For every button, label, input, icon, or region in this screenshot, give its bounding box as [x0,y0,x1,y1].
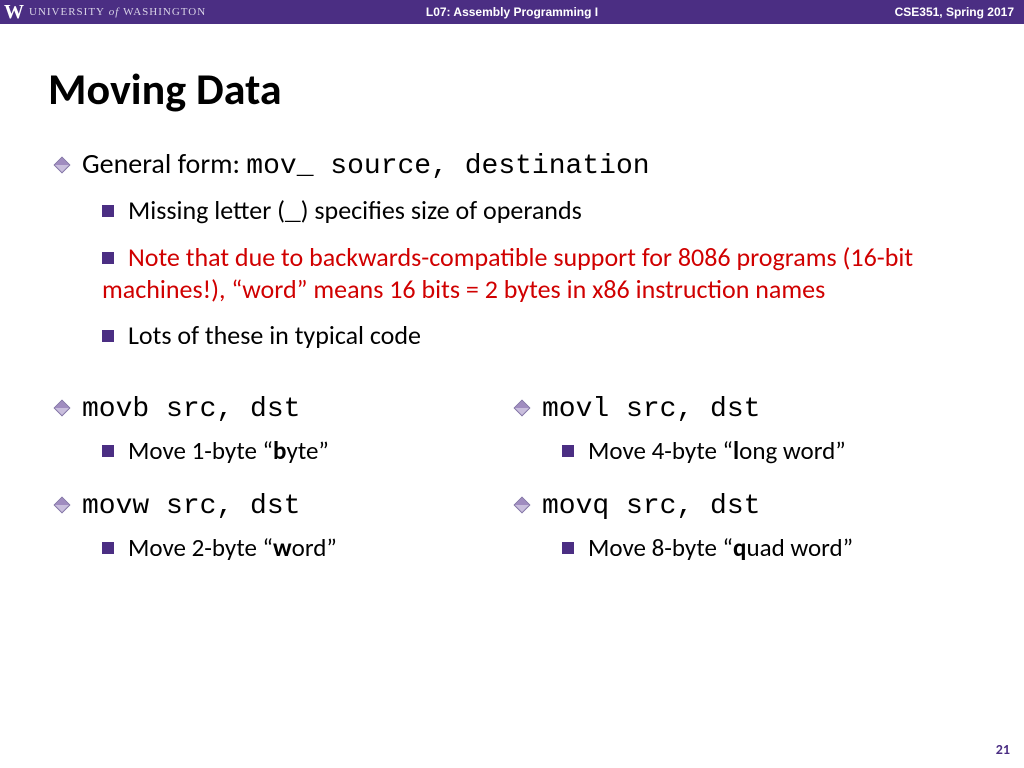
movb-a: Move 1-byte “ [128,435,273,466]
movl-desc: Move 4-byte “long word” [562,435,976,466]
movw-c: ord” [292,532,337,563]
univ-of: of [105,6,123,18]
movl-c: ong word” [739,435,846,466]
movq-item: movq src, dst [516,486,976,522]
lots-text: Lots of these in typical code [128,319,421,351]
diamond-bullet-icon [516,499,528,511]
general-form-label: General form: [82,146,246,181]
general-form-item: General form: mov_ source, destination [56,146,976,182]
slide-header: W UNIVERSITY of WASHINGTON L07: Assembly… [0,0,1024,24]
movb-b: b [273,435,286,466]
sub1-c: ) specifies size of operands [301,194,582,226]
square-bullet-icon [562,445,574,457]
square-bullet-icon [102,330,114,342]
page-title: Moving Data [48,62,1024,116]
sub1-b: _ [285,197,301,227]
movq-a: Move 8-byte “ [588,532,733,563]
square-bullet-icon [102,542,114,554]
movq-b: q [733,532,746,563]
movb-item: movb src, dst [56,389,516,425]
movw-code: movw src, dst [82,491,300,522]
univ-pre: UNIVERSITY [29,6,105,18]
movw-desc: Move 2-byte “word” [102,532,516,563]
movw-item: movw src, dst [56,486,516,522]
diamond-bullet-icon [516,402,528,414]
movw-b: w [273,532,292,563]
general-form-code: mov_ source, destination [246,151,649,182]
movl-code: movl src, dst [542,394,760,425]
movw-a: Move 2-byte “ [128,532,273,563]
diamond-bullet-icon [56,159,68,171]
word-note-item: Note that due to backwards-compatible su… [102,241,976,305]
univ-post: WASHINGTON [123,6,206,18]
movb-code: movb src, dst [82,394,300,425]
columns: movb src, dst Move 1-byte “byte” movw sr… [56,389,976,583]
course-term: CSE351, Spring 2017 [895,5,1014,19]
diamond-bullet-icon [56,499,68,511]
lots-item: Lots of these in typical code [102,319,976,351]
missing-letter-item: Missing letter (_) specifies size of ope… [102,194,976,227]
square-bullet-icon [562,542,574,554]
right-column: movl src, dst Move 4-byte “long word” mo… [516,389,976,583]
movl-a: Move 4-byte “ [588,435,733,466]
movq-c: uad word” [746,532,853,563]
sub1-a: Missing letter ( [128,194,285,226]
square-bullet-icon [102,252,114,264]
movq-code: movq src, dst [542,491,760,522]
diamond-bullet-icon [56,402,68,414]
square-bullet-icon [102,205,114,217]
page-number: 21 [996,741,1010,758]
word-note-text: Note that due to backwards-compatible su… [102,241,913,305]
slide: W UNIVERSITY of WASHINGTON L07: Assembly… [0,0,1024,768]
content-area: General form: mov_ source, destination M… [56,146,976,583]
movb-desc: Move 1-byte “byte” [102,435,516,466]
uw-logo: W [0,1,29,24]
movb-c: yte” [286,435,328,466]
university-name: UNIVERSITY of WASHINGTON [29,6,206,18]
square-bullet-icon [102,445,114,457]
movl-item: movl src, dst [516,389,976,425]
lecture-title: L07: Assembly Programming I [426,5,598,19]
left-column: movb src, dst Move 1-byte “byte” movw sr… [56,389,516,583]
movq-desc: Move 8-byte “quad word” [562,532,976,563]
